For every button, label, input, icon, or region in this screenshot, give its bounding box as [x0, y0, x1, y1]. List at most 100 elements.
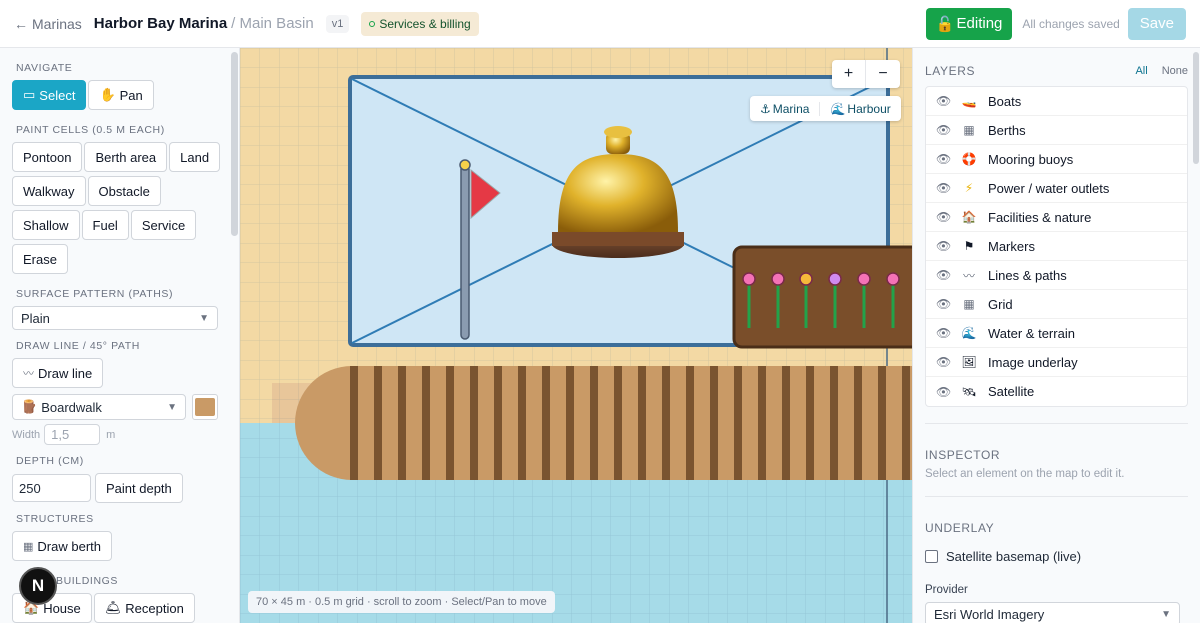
satellite-basemap-checkbox[interactable]: Satellite basemap (live): [925, 549, 1188, 564]
line-type-value: Boardwalk: [41, 399, 102, 415]
eye-icon[interactable]: 👁: [936, 210, 952, 224]
bell-base-top: [552, 232, 684, 246]
boardwalk-plank: [398, 366, 406, 480]
harbour-view-button[interactable]: 🌊 Harbour: [820, 102, 900, 116]
paint-berth-area-button[interactable]: Berth area: [84, 142, 168, 172]
boardwalk-plank: [374, 366, 382, 480]
paint-depth-button[interactable]: Paint depth: [95, 473, 183, 503]
chevron-down-icon: ▼: [167, 401, 177, 413]
provider-select[interactable]: Esri World Imagery ▼: [925, 602, 1180, 623]
left-scrollbar[interactable]: [231, 52, 238, 236]
layer-row[interactable]: 👁 🌊 Water & terrain: [926, 319, 1187, 348]
color-fill: [195, 398, 215, 416]
draw-line-button[interactable]: 〰 Draw line: [12, 358, 104, 388]
erase-button[interactable]: Erase: [12, 244, 68, 274]
paint-walkway-button[interactable]: Walkway: [12, 176, 86, 206]
save-status: All changes saved: [1022, 16, 1120, 31]
eye-icon[interactable]: 👁: [936, 152, 952, 166]
layer-row[interactable]: 👁 ▦ Berths: [926, 116, 1187, 145]
tools-panel: NAVIGATE ▭ Select ✋ Pan PAINT CELLS (0.5…: [0, 48, 240, 623]
save-button[interactable]: Save: [1127, 7, 1186, 40]
eye-icon[interactable]: 👁: [936, 239, 952, 253]
map-canvas[interactable]: + − ⚓ Marina 🌊 Harbour 70 × 45 m · 0.5 m g…: [240, 48, 912, 623]
boardwalk-plank: [494, 366, 502, 480]
layer-row[interactable]: 👁 ▦ Grid: [926, 290, 1187, 319]
avatar[interactable]: N: [19, 567, 57, 605]
depth-heading: DEPTH (CM): [16, 455, 84, 467]
boardwalk-plank: [422, 366, 430, 480]
eye-icon[interactable]: 👁: [936, 326, 952, 340]
pan-tool-button[interactable]: ✋ Pan: [88, 80, 154, 110]
properties-panel: LAYERS All None 👁 🚤 Boats 👁 ▦ Berths 👁 🛟 Moori…: [912, 48, 1200, 623]
bell-knob-top: [604, 126, 632, 138]
layer-row[interactable]: 👁 🖼 Image underlay: [926, 348, 1187, 377]
paint-obstacle-button[interactable]: Obstacle: [87, 176, 161, 206]
depth-input[interactable]: 250: [12, 474, 91, 502]
layers-none-link[interactable]: None: [1162, 65, 1188, 77]
grid-icon: ▦: [963, 297, 975, 311]
map-svg: [240, 48, 912, 623]
draw-berth-label: Draw berth: [37, 538, 101, 554]
layer-label: Lines & paths: [988, 267, 1067, 283]
inspector-heading: INSPECTOR: [925, 448, 1001, 462]
add-reception-button[interactable]: 🛎 Reception: [93, 593, 195, 623]
paint-shallow-button[interactable]: Shallow: [12, 210, 80, 240]
layer-label: Power / water outlets: [988, 180, 1110, 196]
eye-icon[interactable]: 👁: [936, 94, 952, 108]
layer-row[interactable]: 👁 ⚑ Markers: [926, 232, 1187, 261]
boardwalk-plank: [782, 366, 790, 480]
gear-icon: [369, 20, 376, 27]
eye-icon[interactable]: 👁: [936, 268, 952, 282]
paint-fuel-button[interactable]: Fuel: [81, 210, 129, 240]
layers-all-link[interactable]: All: [1135, 65, 1147, 77]
boardwalk-plank: [902, 366, 910, 480]
zoom-controls: + −: [832, 60, 900, 88]
line-type-select[interactable]: 🪵 Boardwalk ▼: [12, 394, 186, 420]
line-color-swatch[interactable]: [192, 394, 218, 420]
page-title: Harbor Bay Marina: [93, 15, 228, 32]
eye-icon[interactable]: 👁: [936, 297, 952, 311]
boardwalk-plank: [446, 366, 454, 480]
layer-row[interactable]: 👁 🚤 Boats: [926, 87, 1187, 116]
layer-row[interactable]: 👁 🏠 Facilities & nature: [926, 203, 1187, 232]
editing-toggle-button[interactable]: 🔓 Editing: [925, 7, 1013, 40]
layer-row[interactable]: 👁 🛰 Satellite: [926, 377, 1187, 406]
eye-icon[interactable]: 👁: [936, 181, 952, 195]
underlay-heading: UNDERLAY: [925, 521, 995, 535]
eye-icon[interactable]: 👁: [936, 385, 952, 399]
zoom-in-button[interactable]: +: [832, 60, 866, 88]
select-tool-button[interactable]: ▭ Select: [12, 80, 87, 110]
surface-pattern-select[interactable]: Plain ▼: [12, 306, 218, 330]
boardwalk-plank: [614, 366, 622, 480]
layer-label: Grid: [988, 296, 1013, 312]
chevron-down-icon: ▼: [199, 312, 209, 324]
width-input[interactable]: 1,5: [44, 424, 101, 445]
right-scrollbar[interactable]: [1193, 52, 1199, 164]
layer-row[interactable]: 👁 ⚡ Power / water outlets: [926, 174, 1187, 203]
house-icon: 🏠: [961, 210, 977, 224]
paint-pontoon-button[interactable]: Pontoon: [12, 142, 83, 172]
back-to-marinas-link[interactable]: ← Marinas: [14, 16, 82, 32]
version-badge: v1: [325, 14, 350, 33]
layer-row[interactable]: 👁 🛟 Mooring buoys: [926, 145, 1187, 174]
eye-icon[interactable]: 👁: [936, 355, 952, 369]
checkbox[interactable]: [925, 550, 938, 563]
select-rect-icon: ▭: [23, 87, 36, 102]
boardwalk-plank: [470, 366, 478, 480]
eye-icon[interactable]: 👁: [936, 123, 952, 137]
back-label: Marinas: [32, 15, 82, 32]
unlock-icon: 🔓: [935, 15, 955, 33]
boardwalk-plank: [878, 366, 886, 480]
layer-row[interactable]: 👁 〰 Lines & paths: [926, 261, 1187, 290]
draw-berth-button[interactable]: ▦ Draw berth: [12, 531, 112, 561]
paint-service-button[interactable]: Service: [130, 210, 197, 240]
boardwalk-plank: [758, 366, 766, 480]
services-billing-button[interactable]: Services & billing: [361, 11, 479, 36]
paint-land-button[interactable]: Land: [169, 142, 221, 172]
marina-view-button[interactable]: ⚓ Marina: [750, 101, 821, 116]
boardwalk-plank: [518, 366, 526, 480]
boardwalk-plank: [710, 366, 718, 480]
boardwalk-plank: [854, 366, 862, 480]
water-wave-icon: 🌊: [961, 326, 977, 340]
zoom-out-button[interactable]: −: [866, 60, 900, 88]
